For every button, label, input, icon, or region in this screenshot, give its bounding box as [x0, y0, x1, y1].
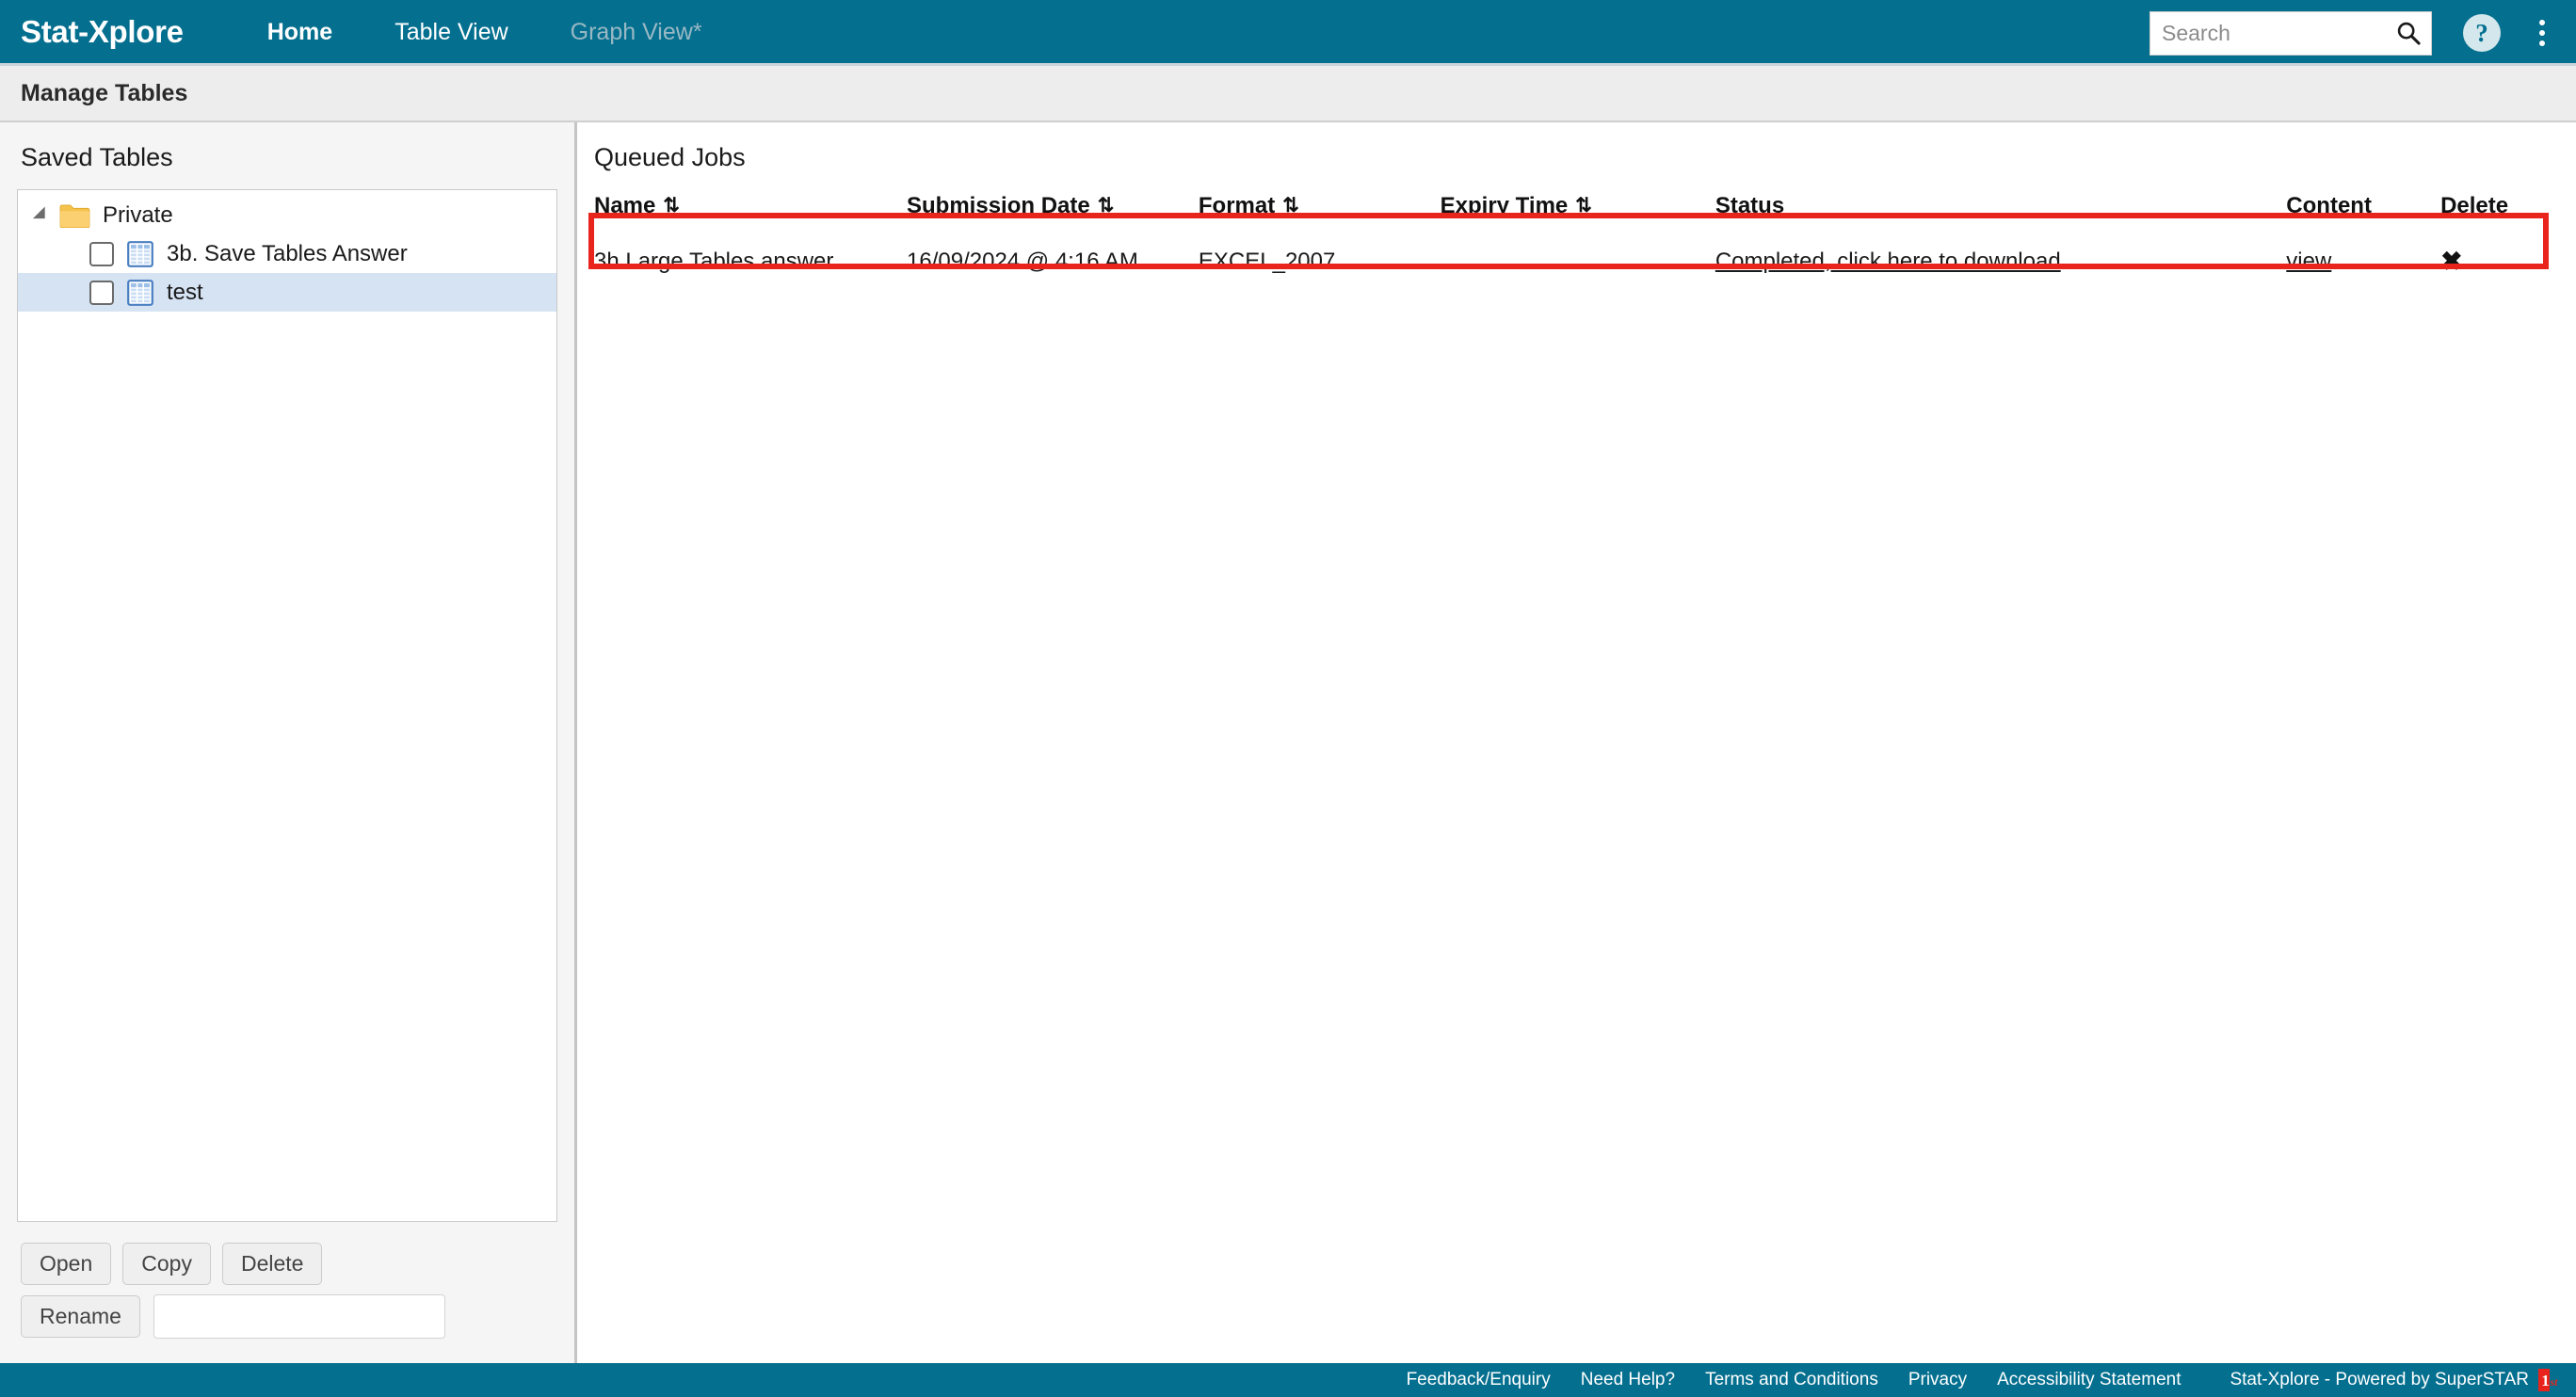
sort-arrows-icon[interactable]: ⇅ [1282, 196, 1299, 216]
svg-text:1: 1 [2541, 1372, 2550, 1389]
copy-button[interactable]: Copy [122, 1242, 211, 1285]
column-label: Name [594, 193, 656, 218]
search-box[interactable] [2149, 10, 2432, 56]
svg-text:st: st [2550, 1375, 2559, 1389]
column-header-status: Status [1715, 193, 2286, 233]
collapse-triangle-icon[interactable] [31, 205, 52, 226]
nav-links: Home Table View Graph View* [236, 0, 733, 65]
table-icon [127, 279, 153, 306]
view-link[interactable]: view [2286, 249, 2331, 274]
column-header-content: Content [2286, 193, 2440, 233]
kebab-dot [2539, 20, 2545, 25]
search-icon[interactable] [2395, 20, 2422, 46]
column-header-delete: Delete [2440, 193, 2576, 233]
kebab-dot [2539, 40, 2545, 46]
sidebar-heading: Saved Tables [21, 143, 173, 171]
sort-arrows-icon[interactable]: ⇅ [663, 196, 680, 216]
column-header-name[interactable]: Name ⇅ [594, 193, 907, 233]
overflow-menu-icon[interactable] [2525, 12, 2559, 54]
application-window: Stat-Xplore Home Table View Graph View* … [0, 0, 2576, 1397]
footer-brand-text: Stat-Xplore - Powered by SuperSTAR [2230, 1370, 2529, 1389]
tree-node-saved-table[interactable]: 3b. Save Tables Answer [18, 234, 556, 273]
search-input[interactable] [2150, 11, 2431, 55]
queued-jobs-heading: Queued Jobs [594, 143, 746, 171]
cell-format: EXCEL_2007 [1198, 248, 1336, 274]
column-header-format[interactable]: Format ⇅ [1199, 193, 1441, 233]
queued-jobs-panel: Queued Jobs Name ⇅ Submission Date ⇅ For… [577, 122, 2576, 1363]
column-label: Status [1715, 193, 1785, 218]
delete-row-icon[interactable]: ✖ [2440, 246, 2462, 277]
nav-link-home[interactable]: Home [236, 0, 363, 65]
column-header-expiry-time[interactable]: Expiry Time ⇅ [1441, 193, 1715, 233]
tree-item-checkbox[interactable] [89, 280, 114, 305]
footer-link-privacy[interactable]: Privacy [1893, 1370, 1982, 1390]
nav-right-controls: ? [2149, 0, 2559, 66]
folder-icon [59, 203, 90, 228]
open-button[interactable]: Open [21, 1242, 112, 1285]
rename-button[interactable]: Rename [21, 1294, 140, 1339]
footer-link-need-help[interactable]: Need Help? [1566, 1370, 1690, 1390]
sort-arrows-icon[interactable]: ⇅ [1575, 196, 1592, 216]
page-title: Manage Tables [21, 79, 188, 106]
column-label: Submission Date [907, 193, 1090, 218]
tree-item-label: test [167, 279, 203, 305]
cell-submission-date: 16/09/2024 @ 4:16 AM [907, 248, 1138, 274]
tree-node-private[interactable]: Private [18, 196, 556, 234]
column-label: Format [1198, 193, 1276, 218]
saved-tables-sidebar: Saved Tables Private 3b. Save Tables Ans… [0, 122, 577, 1363]
footer-bar: Feedback/Enquiry Need Help? Terms and Co… [0, 1363, 2576, 1397]
cell-expiry-time [1441, 233, 1715, 290]
top-navigation-bar: Stat-Xplore Home Table View Graph View* … [0, 0, 2576, 66]
tree-item-label: 3b. Save Tables Answer [167, 240, 408, 266]
nav-link-table-view[interactable]: Table View [363, 0, 539, 65]
page-title-bar: Manage Tables [0, 66, 2576, 122]
table-icon [127, 240, 153, 267]
footer-link-feedback[interactable]: Feedback/Enquiry [1392, 1370, 1566, 1390]
saved-tables-tree[interactable]: Private 3b. Save Tables Answer test [17, 189, 557, 1222]
delete-button[interactable]: Delete [221, 1242, 323, 1285]
download-link[interactable]: Completed, click here to download [1715, 249, 2061, 274]
body-area: Saved Tables Private 3b. Save Tables Ans… [0, 122, 2576, 1363]
table-row: 3h Large Tables answer 16/09/2024 @ 4:16… [594, 233, 2576, 290]
column-label: Delete [2440, 193, 2509, 218]
table-header-row: Name ⇅ Submission Date ⇅ Format ⇅ Expiry Ti… [594, 193, 2576, 233]
tree-item-checkbox[interactable] [89, 241, 114, 266]
column-label: Expiry Time [1440, 193, 1569, 218]
column-label: Content [2286, 193, 2372, 218]
column-header-submission-date[interactable]: Submission Date ⇅ [907, 193, 1199, 233]
queued-jobs-table: Name ⇅ Submission Date ⇅ Format ⇅ Expiry Ti… [594, 193, 2576, 290]
cell-delete: ✖ [2440, 233, 2576, 290]
rename-row: Rename [17, 1294, 557, 1363]
superstar-logo-icon: 1 st [2538, 1369, 2559, 1391]
nav-link-graph-view[interactable]: Graph View* [539, 0, 733, 65]
app-logo: Stat-Xplore [21, 13, 184, 49]
cell-name: 3h Large Tables answer [594, 248, 834, 274]
sort-arrows-icon[interactable]: ⇅ [1098, 196, 1115, 216]
help-icon[interactable]: ? [2463, 14, 2501, 52]
kebab-dot [2539, 30, 2545, 36]
rename-input[interactable] [153, 1294, 445, 1339]
cell-content: view [2286, 233, 2440, 290]
footer-link-accessibility[interactable]: Accessibility Statement [1982, 1370, 2196, 1390]
tree-node-label: Private [103, 201, 173, 228]
sidebar-action-buttons: Open Copy Delete [17, 1222, 557, 1294]
footer-link-terms[interactable]: Terms and Conditions [1690, 1370, 1893, 1390]
cell-status: Completed, click here to download [1715, 233, 2286, 290]
tree-node-saved-table[interactable]: test [18, 273, 556, 312]
